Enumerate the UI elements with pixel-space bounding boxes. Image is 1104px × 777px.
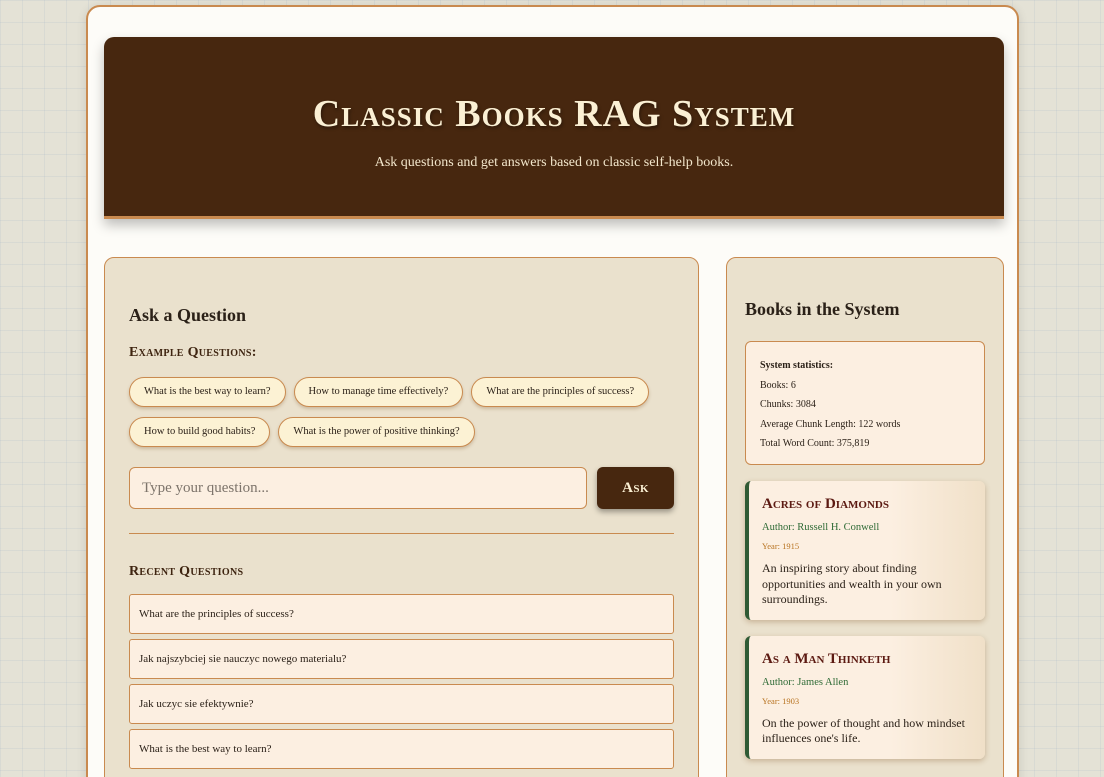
example-question-chip[interactable]: How to manage time effectively? [293, 377, 464, 407]
books-sidebar: Books in the System System statistics: B… [726, 257, 1004, 777]
ask-question-panel: Ask a Question Example Questions: What i… [104, 257, 699, 777]
app-container: Classic Books RAG System Ask questions a… [86, 5, 1019, 777]
book-card[interactable]: Acres of Diamonds Author: Russell H. Con… [745, 481, 985, 620]
book-description: On the power of thought and how mindset … [762, 715, 965, 746]
example-question-chip[interactable]: What is the power of positive thinking? [278, 417, 475, 447]
recent-questions-title: Recent Questions [129, 564, 244, 579]
recent-question-item[interactable]: Jak najszybciej sie nauczyc nowego mater… [129, 639, 674, 679]
stat-books: Books: 6 [760, 379, 796, 391]
page-subtitle: Ask questions and get answers based on c… [374, 155, 734, 170]
stat-avg-chunk-length: Average Chunk Length: 122 words [760, 418, 901, 430]
system-stats-box: System statistics: Books: 6 Chunks: 3084… [745, 341, 985, 465]
books-heading: Books in the System [745, 299, 900, 319]
example-questions-title: Example Questions: [129, 345, 257, 360]
page-header: Classic Books RAG System Ask questions a… [104, 37, 1004, 219]
example-questions-list: What is the best way to learn? How to ma… [129, 377, 689, 447]
recent-question-item[interactable]: What is the best way to learn? [129, 729, 674, 769]
example-question-chip[interactable]: How to build good habits? [129, 417, 271, 447]
book-title: As a Man Thinketh [762, 650, 891, 667]
page-title: Classic Books RAG System [312, 93, 796, 135]
book-year: Year: 1915 [762, 541, 800, 551]
example-question-chip[interactable]: What is the best way to learn? [129, 377, 286, 407]
example-question-chip[interactable]: What are the principles of success? [471, 377, 650, 407]
section-divider [129, 533, 674, 534]
stat-chunks: Chunks: 3084 [760, 399, 816, 410]
book-author: Author: James Allen [762, 676, 849, 688]
ask-form: Ask [129, 467, 674, 509]
ask-button[interactable]: Ask [597, 467, 674, 509]
recent-questions-list: What are the principles of success? Jak … [129, 594, 674, 769]
ask-heading: Ask a Question [129, 305, 247, 325]
stat-total-word-count: Total Word Count: 375,819 [760, 438, 870, 449]
book-description: An inspiring story about finding opportu… [762, 561, 942, 606]
recent-question-item[interactable]: What are the principles of success? [129, 594, 674, 634]
book-author: Author: Russell H. Conwell [762, 522, 880, 533]
stats-heading: System statistics: [760, 360, 834, 371]
recent-question-item[interactable]: Jak uczyc sie efektywnie? [129, 684, 674, 724]
question-input[interactable] [129, 467, 588, 509]
book-title: Acres of Diamonds [762, 496, 889, 512]
book-year: Year: 1903 [762, 695, 800, 706]
book-card[interactable]: As a Man Thinketh Author: James Allen Ye… [745, 635, 985, 759]
